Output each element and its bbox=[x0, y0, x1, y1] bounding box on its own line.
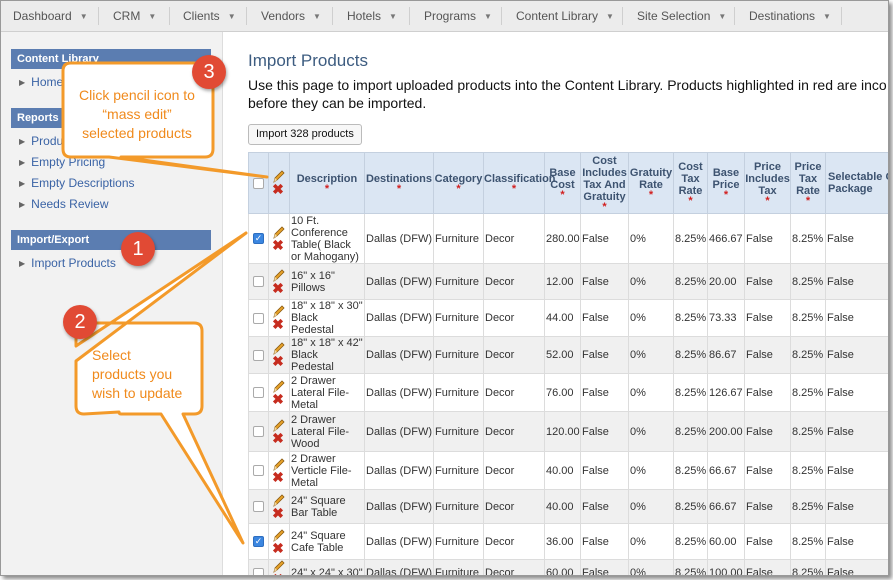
callout-2-badge: 2 bbox=[63, 305, 97, 339]
callout-2-text: Select products you wish to update bbox=[92, 346, 182, 403]
callout-line: wish to update bbox=[92, 385, 183, 401]
callout-3-badge: 3 bbox=[192, 55, 226, 89]
app-window: Dashboard ▼ CRM ▼ Clients ▼ Vendors ▼ Hotels… bbox=[0, 0, 889, 576]
callout-line: “mass edit” bbox=[102, 106, 172, 122]
callout-3-text: Click pencil icon to “mass edit” selecte… bbox=[75, 86, 199, 143]
callout-line: selected products bbox=[82, 125, 192, 141]
callout-line: products you bbox=[92, 366, 173, 382]
callout-line: Click pencil icon to bbox=[79, 87, 195, 103]
callout-line: Select bbox=[92, 347, 131, 363]
callout-1-badge: 1 bbox=[121, 232, 155, 266]
